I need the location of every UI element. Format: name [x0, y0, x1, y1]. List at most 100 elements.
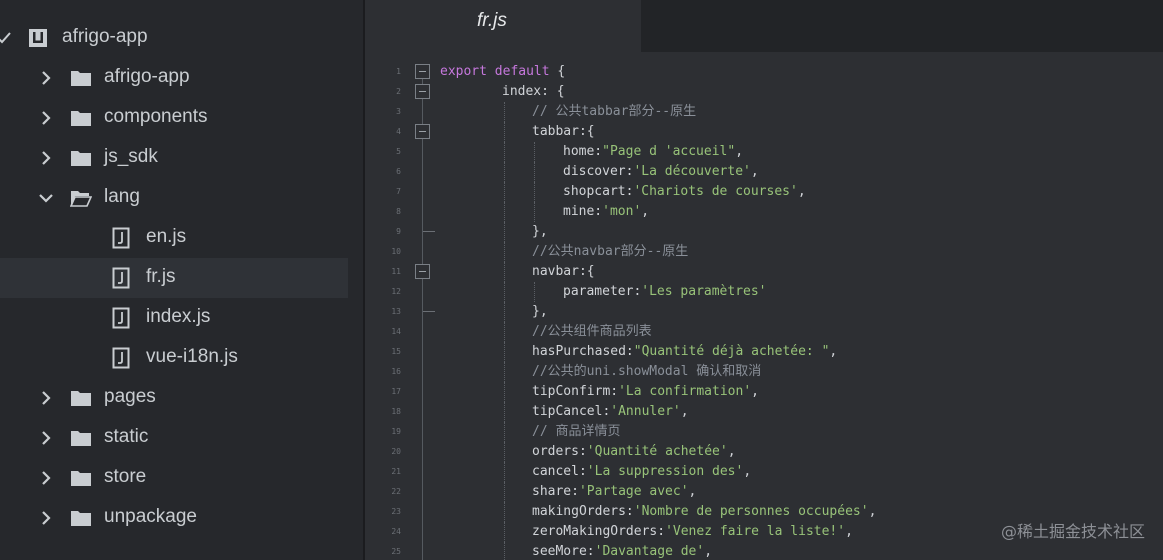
code-line[interactable]: makingOrders:'Nombre de personnes occupé…: [532, 502, 876, 522]
chevron-right-icon[interactable]: [38, 470, 54, 486]
code-line[interactable]: //公共组件商品列表: [532, 322, 652, 342]
folder-icon: [70, 508, 91, 528]
fold-toggle-icon[interactable]: [415, 124, 430, 139]
file-explorer-sidebar: afrigo-app afrigo-app components js_sdk lang…: [0, 0, 363, 560]
tree-item-store[interactable]: store: [0, 458, 363, 498]
tree-item-label: unpackage: [104, 506, 197, 527]
indent-guide: [504, 202, 505, 222]
code-token: navbar:{: [532, 264, 595, 279]
code-line[interactable]: //公共的uni.showModal 确认和取消: [532, 362, 761, 382]
string-token: 'La découverte': [633, 164, 751, 179]
indent-guide: [534, 202, 535, 222]
code-editor[interactable]: 1 export default {2 index: {3// 公共tabbar部分…: [365, 52, 1163, 560]
code-line[interactable]: tabbar:{: [532, 122, 595, 142]
code-line[interactable]: zeroMakingOrders:'Venez faire la liste!'…: [532, 522, 853, 542]
string-token: "Quantité déjà achetée: ": [633, 344, 830, 359]
js-file-icon: [112, 347, 132, 369]
indent-guide: [504, 542, 505, 560]
tree-item-afrigo-app[interactable]: afrigo-app: [0, 18, 363, 58]
code-token: discover:: [563, 164, 634, 179]
code-line[interactable]: tipConfirm:'La confirmation',: [532, 382, 759, 402]
code-line[interactable]: shopcart:'Chariots de courses',: [563, 182, 806, 202]
code-token: orders:: [532, 444, 587, 459]
code-token: ,: [829, 344, 838, 359]
chevron-right-icon[interactable]: [38, 510, 54, 526]
string-token: 'Quantité achetée': [586, 444, 728, 459]
chevron-right-icon[interactable]: [38, 430, 54, 446]
code-line[interactable]: parameter:'Les paramètres': [563, 282, 767, 302]
line-number: 4: [396, 127, 401, 136]
code-token: {: [549, 64, 566, 79]
code-line[interactable]: discover:'La découverte',: [563, 162, 759, 182]
code-line[interactable]: hasPurchased:"Quantité déjà achetée: ",: [532, 342, 837, 362]
tree-item-label: store: [104, 466, 147, 487]
code-token: ,: [797, 184, 806, 199]
tree-item-afrigo-app[interactable]: afrigo-app: [0, 58, 363, 98]
indent-guide: [504, 482, 505, 502]
line-number: 14: [391, 327, 401, 336]
code-token: share:: [532, 484, 579, 499]
code-line[interactable]: export default {: [440, 62, 565, 82]
line-number: 19: [391, 427, 401, 436]
indent-guide: [504, 462, 505, 482]
code-line[interactable]: index: {: [502, 82, 565, 102]
code-line[interactable]: share:'Partage avec',: [532, 482, 696, 502]
chevron-right-icon[interactable]: [38, 150, 54, 166]
tree-item-static[interactable]: static: [0, 418, 363, 458]
code-line[interactable]: // 公共tabbar部分--原生: [532, 102, 696, 122]
code-line[interactable]: mine:'mon',: [563, 202, 649, 222]
tree-item-pages[interactable]: pages: [0, 378, 363, 418]
code-line[interactable]: home:"Page d 'accueil",: [563, 142, 743, 162]
chevron-right-icon[interactable]: [38, 390, 54, 406]
folder-icon: [70, 468, 91, 488]
line-number: 12: [391, 287, 401, 296]
indent-guide: [504, 282, 505, 302]
tree-item-en-js[interactable]: en.js: [0, 218, 363, 258]
fold-toggle-icon[interactable]: [415, 264, 430, 279]
tree-item-lang[interactable]: lang: [0, 178, 363, 218]
string-token: 'mon': [602, 204, 642, 219]
fold-toggle-icon[interactable]: [415, 64, 430, 79]
indent-guide: [504, 402, 505, 422]
code-line[interactable]: //公共navbar部分--原生: [532, 242, 688, 262]
comment-token: //公共组件商品列表: [532, 324, 652, 339]
chevron-down-icon[interactable]: [38, 190, 54, 206]
code-line[interactable]: orders:'Quantité achetée',: [532, 442, 736, 462]
code-token: ,: [680, 404, 689, 419]
code-token: hasPurchased:: [532, 344, 634, 359]
fold-end-marker: [423, 231, 435, 232]
chevron-right-icon[interactable]: [38, 70, 54, 86]
line-number: 8: [396, 207, 401, 216]
folder-icon: [70, 428, 91, 448]
fold-toggle-icon[interactable]: [415, 84, 430, 99]
code-token: ,: [868, 504, 877, 519]
code-token: index: {: [502, 84, 565, 99]
code-line[interactable]: seeMore:'Davantage de',: [532, 542, 712, 560]
code-line[interactable]: },: [532, 222, 548, 242]
tree-item-fr-js[interactable]: fr.js: [0, 258, 348, 298]
keyword-token: export default: [440, 64, 550, 79]
code-line[interactable]: tipCancel:'Annuler',: [532, 402, 689, 422]
indent-guide: [504, 242, 505, 262]
comment-token: // 商品详情页: [532, 424, 621, 439]
tree-item-components[interactable]: components: [0, 98, 363, 138]
code-line[interactable]: cancel:'La suppression des',: [532, 462, 751, 482]
indent-guide: [504, 502, 505, 522]
comment-token: //公共navbar部分--原生: [532, 244, 689, 259]
tree-item-label: pages: [104, 386, 156, 407]
tree-item-unpackage[interactable]: unpackage: [0, 498, 363, 538]
code-line[interactable]: // 商品详情页: [532, 422, 620, 442]
chevron-right-icon[interactable]: [38, 110, 54, 126]
line-number: 5: [396, 147, 401, 156]
checkmark-icon[interactable]: [0, 30, 12, 46]
code-line[interactable]: },: [532, 302, 548, 322]
tree-item-vue-i18n-js[interactable]: vue-i18n.js: [0, 338, 363, 378]
indent-guide: [534, 162, 535, 182]
line-number: 24: [391, 527, 401, 536]
tab-fr-js[interactable]: fr.js: [365, 0, 641, 52]
tree-item-index-js[interactable]: index.js: [0, 298, 363, 338]
indent-guide: [534, 282, 535, 302]
folder-icon: [70, 148, 91, 168]
tree-item-js-sdk[interactable]: js_sdk: [0, 138, 363, 178]
code-line[interactable]: navbar:{: [532, 262, 595, 282]
